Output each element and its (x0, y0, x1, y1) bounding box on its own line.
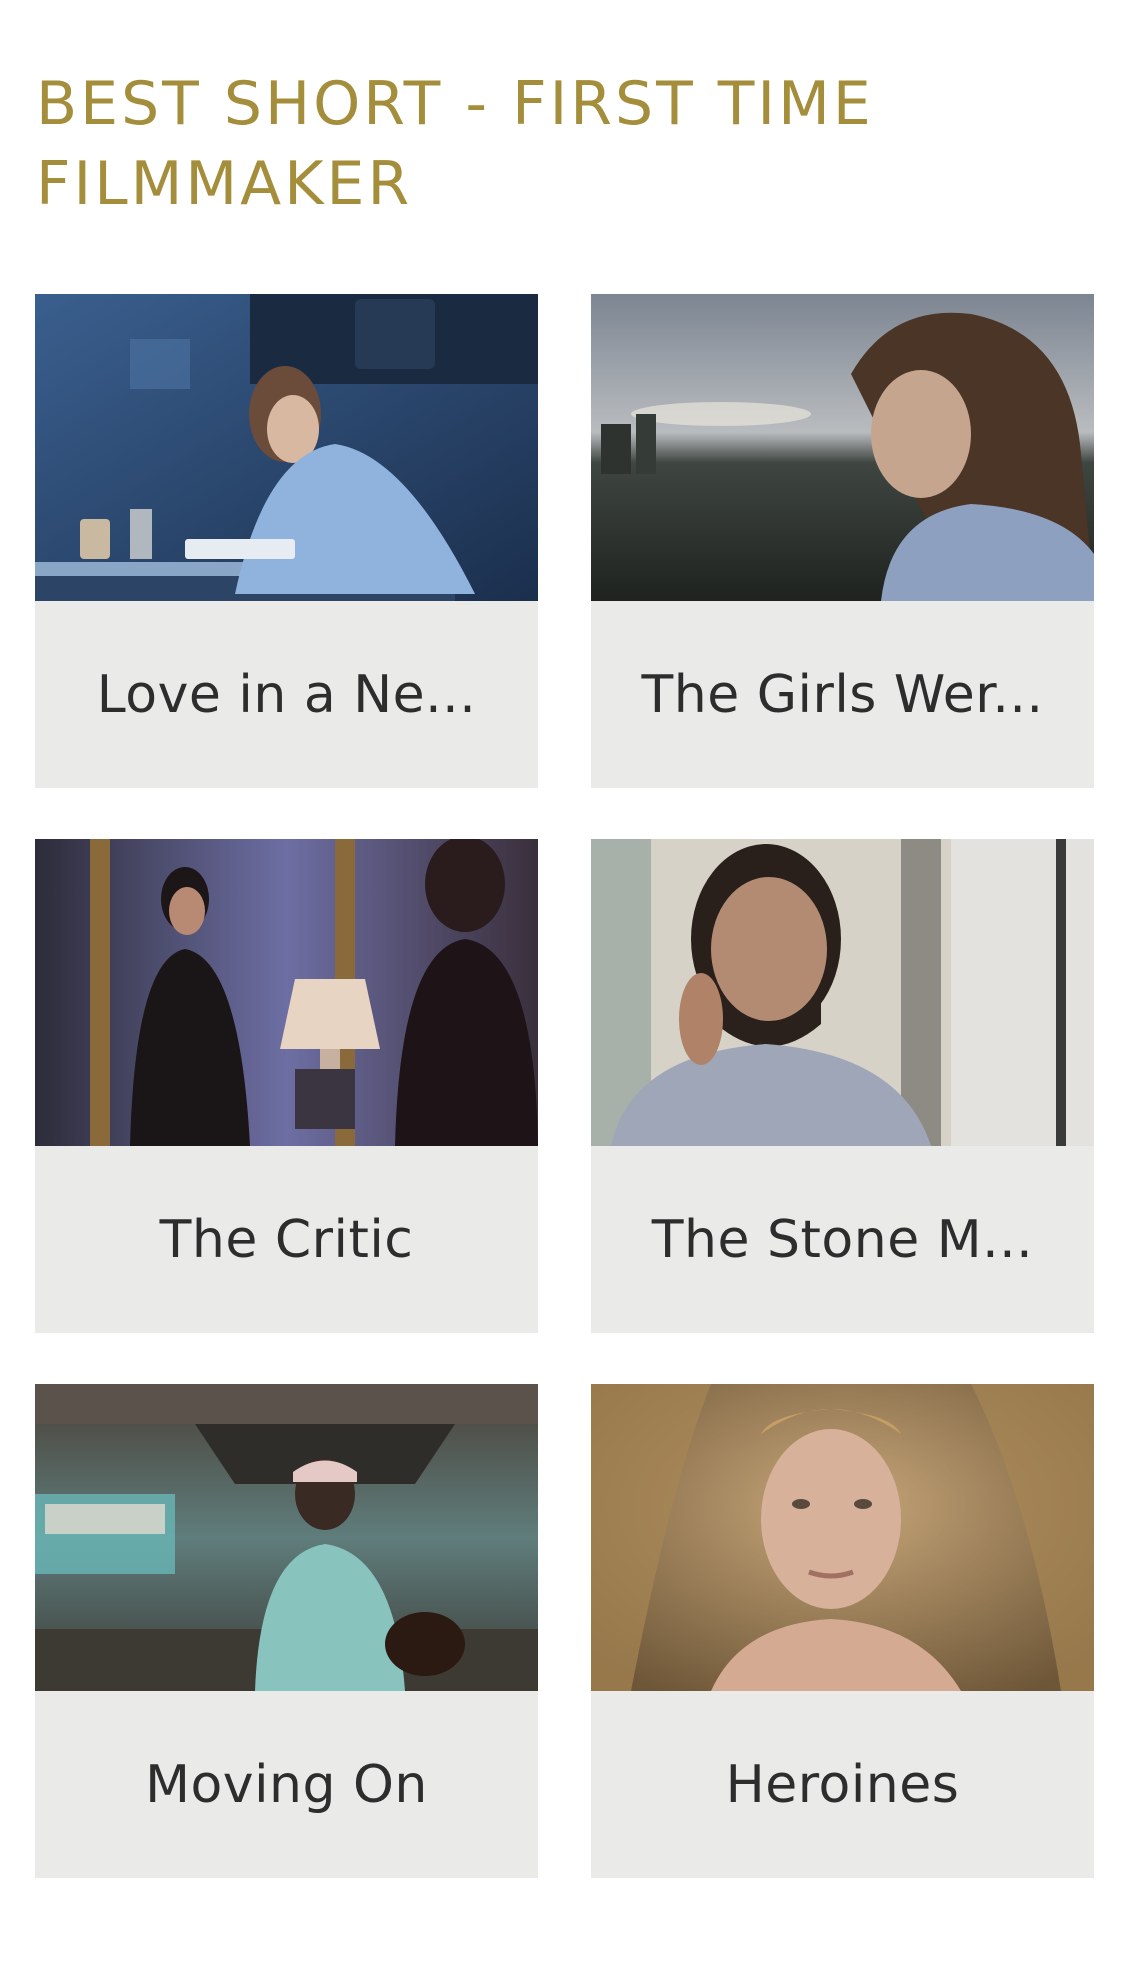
film-caption[interactable]: Moving On (35, 1691, 538, 1878)
film-title: Heroines (725, 1754, 960, 1815)
film-thumbnail[interactable] (591, 1384, 1094, 1691)
page-title-line-1: BEST SHORT - FIRST TIME (36, 69, 874, 139)
film-thumbnail[interactable] (35, 294, 538, 601)
film-title: Love in a Ne... (96, 664, 477, 725)
film-thumbnail[interactable] (591, 839, 1094, 1146)
film-card-moving-on[interactable]: Moving On (35, 1384, 538, 1878)
film-thumbnail[interactable] (35, 1384, 538, 1691)
film-caption[interactable]: Heroines (591, 1691, 1094, 1878)
film-thumbnail[interactable] (591, 294, 1094, 601)
page-title-line-2: FILMMAKER (36, 149, 413, 219)
film-title: The Girls Wer... (641, 664, 1044, 725)
film-card-the-critic[interactable]: The Critic (35, 839, 538, 1333)
film-caption[interactable]: The Stone M... (591, 1146, 1094, 1333)
page-title: BEST SHORT - FIRST TIME FILMMAKER (36, 64, 1036, 224)
film-card-the-stone-m[interactable]: The Stone M... (591, 839, 1094, 1333)
film-caption[interactable]: The Critic (35, 1146, 538, 1333)
film-card-heroines[interactable]: Heroines (591, 1384, 1094, 1878)
film-title: The Critic (159, 1209, 414, 1270)
film-thumbnail[interactable] (35, 839, 538, 1146)
film-caption[interactable]: Love in a Ne... (35, 601, 538, 788)
film-caption[interactable]: The Girls Wer... (591, 601, 1094, 788)
film-card-the-girls-were[interactable]: The Girls Wer... (591, 294, 1094, 788)
film-card-love-in-a-new[interactable]: Love in a Ne... (35, 294, 538, 788)
film-title: The Stone M... (651, 1209, 1034, 1270)
film-title: Moving On (145, 1754, 428, 1815)
